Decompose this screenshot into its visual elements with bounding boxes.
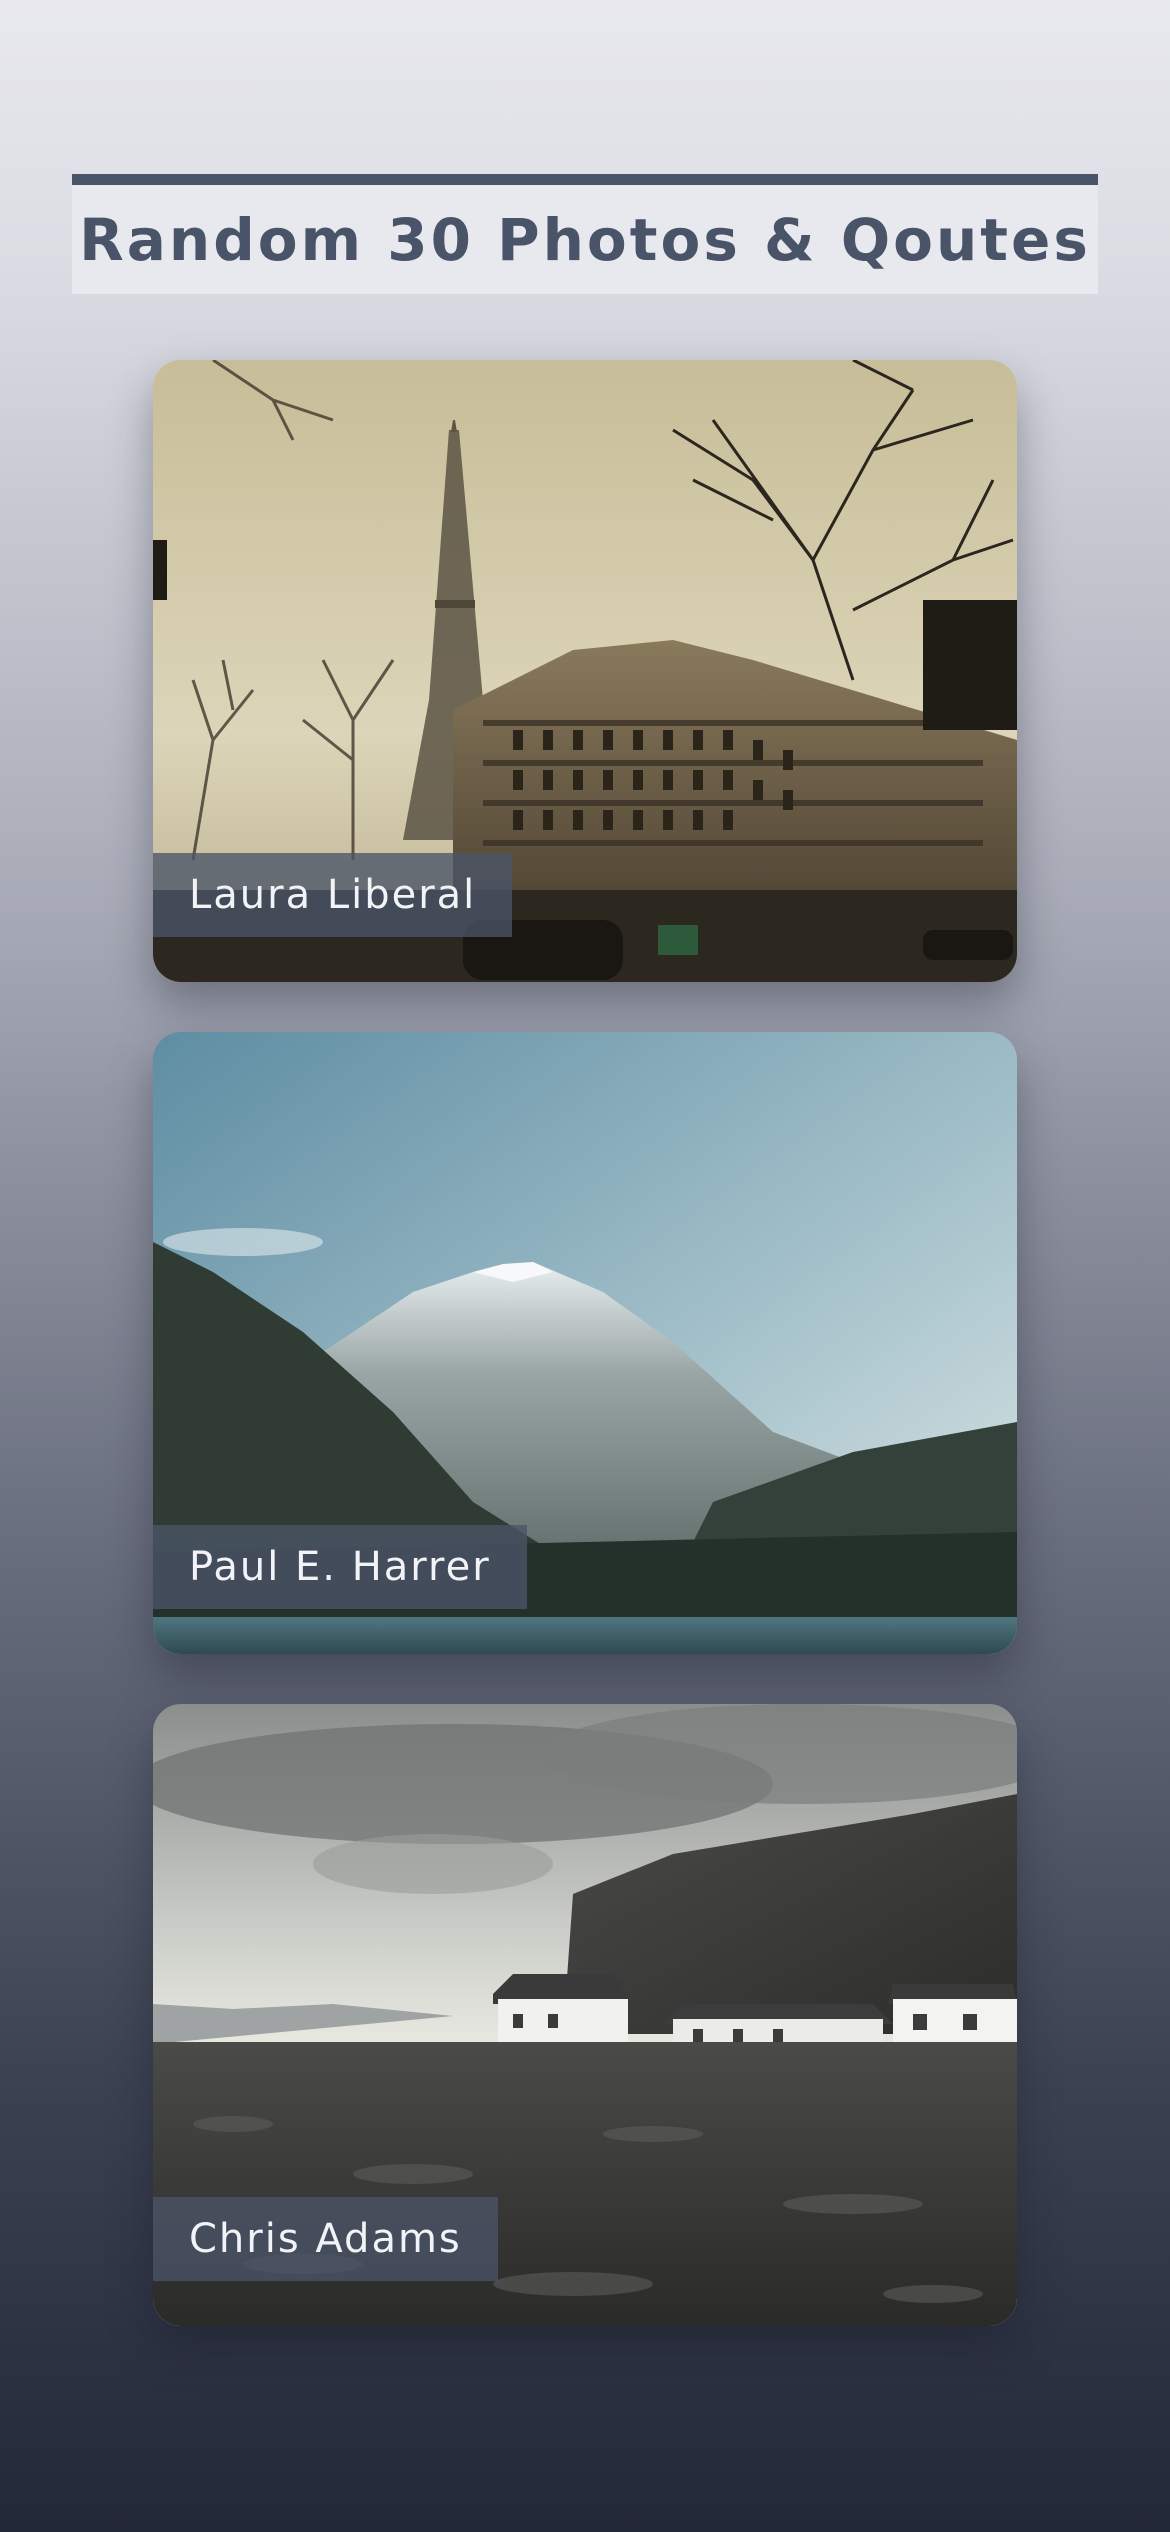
author-caption: Paul E. Harrer <box>153 1525 527 1609</box>
author-caption: Laura Liberal <box>153 853 513 937</box>
author-name: Laura Liberal <box>189 872 477 918</box>
author-caption: Chris Adams <box>153 2197 498 2281</box>
photo-card-1[interactable]: Laura Liberal <box>153 360 1017 982</box>
page-title: Random 30 Photos & Qoutes <box>79 205 1091 274</box>
photo-card-2[interactable]: Paul E. Harrer <box>153 1032 1017 1654</box>
photo-card-3[interactable]: Chris Adams <box>153 1704 1017 2326</box>
author-name: Paul E. Harrer <box>189 1544 491 1590</box>
author-name: Chris Adams <box>189 2216 462 2262</box>
page-header: Random 30 Photos & Qoutes <box>72 174 1098 294</box>
